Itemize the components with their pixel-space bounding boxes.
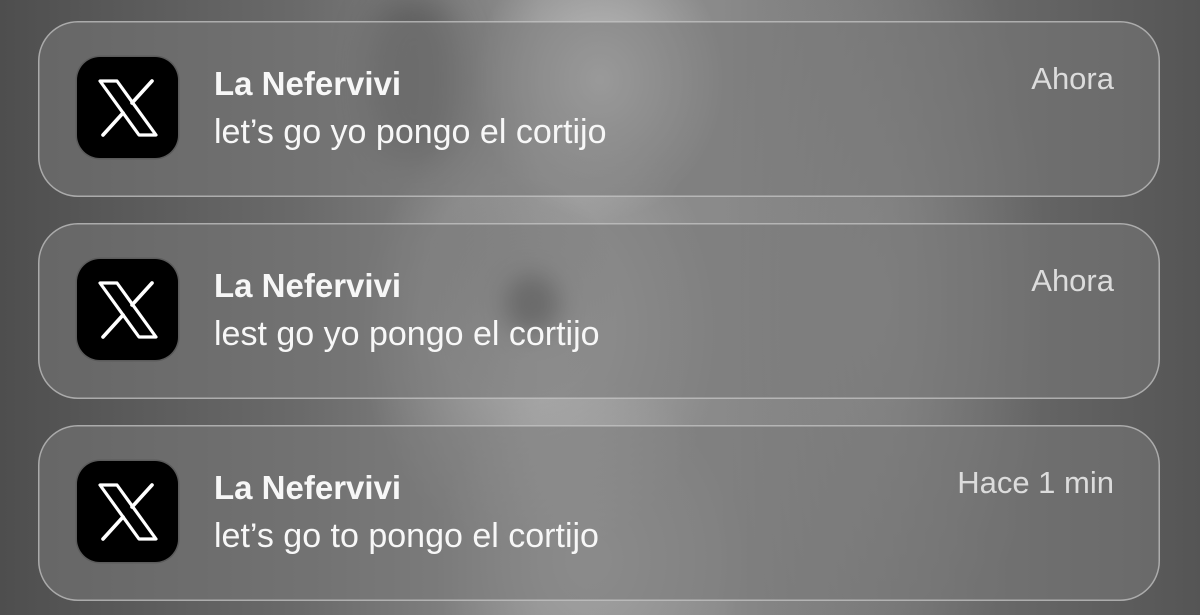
notification-message: let’s go to pongo el cortijo bbox=[214, 517, 599, 555]
x-logo-icon bbox=[77, 57, 178, 158]
x-logo-icon bbox=[77, 461, 178, 562]
x-logo-glyph bbox=[97, 78, 158, 137]
notification-time: Ahora bbox=[1031, 263, 1114, 298]
notification-sender: La Nefervivi bbox=[214, 65, 402, 102]
notification-sender: La Nefervivi bbox=[214, 267, 402, 304]
notification-time: Ahora bbox=[1031, 61, 1114, 96]
notification-stack: La Nefervivi let’s go yo pongo el cortij… bbox=[38, 21, 1160, 615]
notification-message: let’s go yo pongo el cortijo bbox=[214, 113, 607, 151]
notification-message: lest go yo pongo el cortijo bbox=[214, 315, 600, 353]
notification-card[interactable]: La Nefervivi lest go yo pongo el cortijo… bbox=[38, 223, 1160, 399]
x-logo-icon bbox=[77, 259, 178, 360]
notification-card[interactable]: La Nefervivi let’s go yo pongo el cortij… bbox=[38, 21, 1160, 197]
x-logo-glyph bbox=[97, 280, 158, 339]
notification-card[interactable]: La Nefervivi let’s go to pongo el cortij… bbox=[38, 425, 1160, 601]
x-logo-glyph bbox=[97, 482, 158, 541]
notification-time: Hace 1 min bbox=[957, 465, 1114, 500]
notification-sender: La Nefervivi bbox=[214, 469, 402, 506]
